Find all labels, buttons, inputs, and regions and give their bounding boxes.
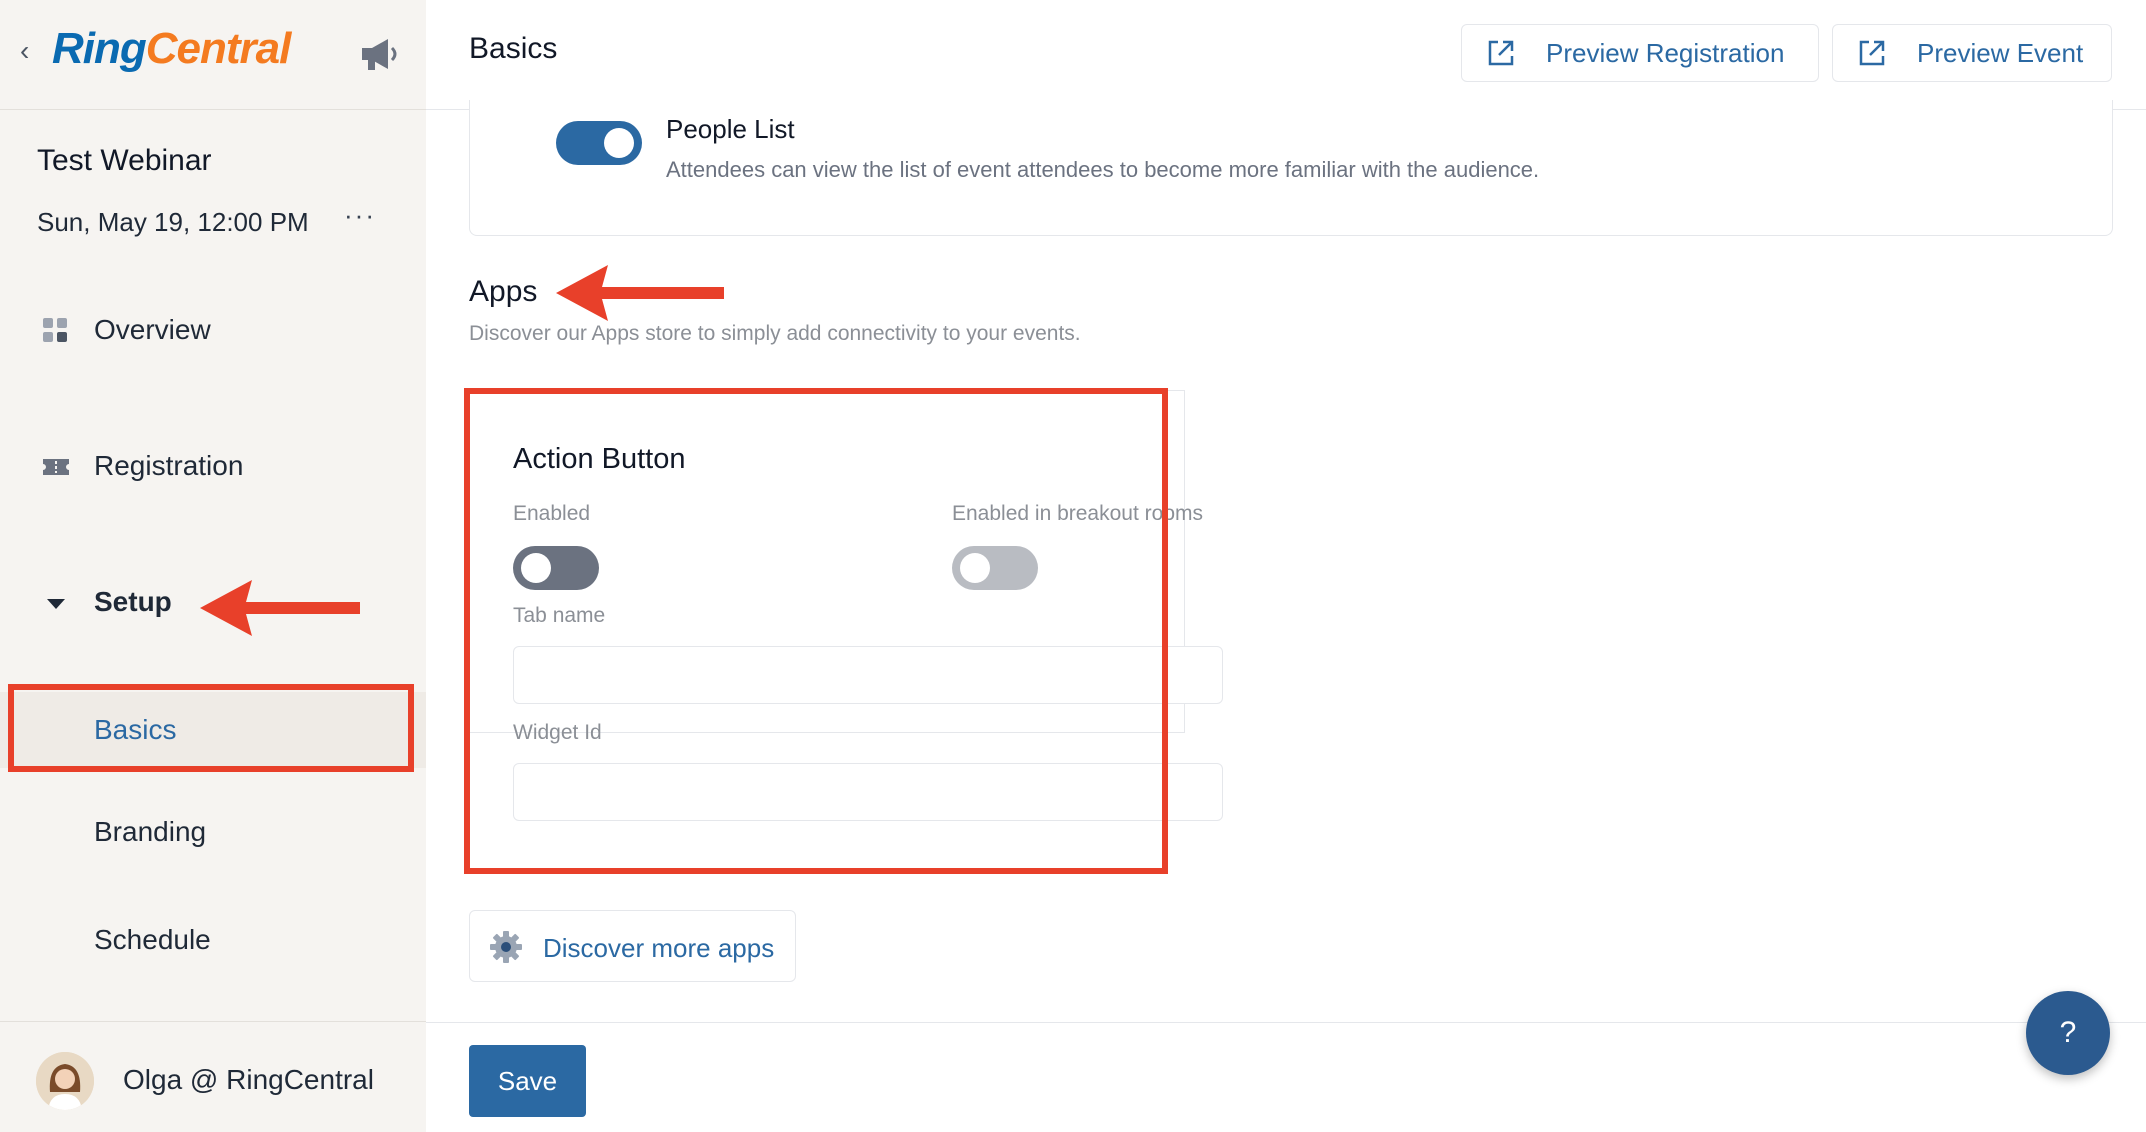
- people-list-toggle[interactable]: [556, 121, 642, 165]
- tab-name-input[interactable]: [513, 646, 1223, 704]
- sidebar-item-label: Overview: [94, 314, 211, 345]
- preview-event-button[interactable]: Preview Event: [1832, 24, 2112, 82]
- discover-more-apps-label: Discover more apps: [543, 933, 775, 963]
- preview-registration-label: Preview Registration: [1546, 37, 1785, 68]
- toggle-knob: [960, 553, 990, 583]
- enabled-label: Enabled: [513, 502, 591, 525]
- action-button-enabled-toggle[interactable]: [513, 546, 599, 590]
- arrow-left-icon: [200, 580, 360, 636]
- people-list-description: Attendees can view the list of event att…: [666, 157, 1540, 182]
- event-title: Test Webinar: [37, 144, 212, 177]
- sidebar-item-schedule[interactable]: Schedule: [0, 910, 426, 970]
- sidebar-header: ‹ RingCentral: [0, 0, 426, 110]
- discover-more-apps-button[interactable]: Discover more apps: [469, 910, 796, 982]
- sidebar-item-overview[interactable]: Overview: [0, 300, 426, 360]
- ringcentral-logo: RingCentral: [52, 24, 292, 74]
- event-date: Sun, May 19, 12:00 PM: [37, 207, 309, 237]
- caret-down-icon: [47, 599, 65, 609]
- widget-id-input[interactable]: [513, 763, 1223, 821]
- topbar: Basics Preview Registration Preview Even…: [426, 0, 2146, 110]
- logo-central: Central: [145, 24, 292, 73]
- external-link-icon: [1859, 40, 1885, 66]
- preview-registration-button[interactable]: Preview Registration: [1461, 24, 1819, 82]
- widget-id-label: Widget Id: [513, 721, 602, 744]
- tab-name-label: Tab name: [513, 604, 606, 627]
- ticket-icon: [43, 459, 69, 475]
- people-list-title: People List: [666, 114, 795, 144]
- apps-section-description: Discover our Apps store to simply add co…: [469, 322, 1081, 345]
- breakout-enabled-toggle[interactable]: [952, 546, 1038, 590]
- megaphone-icon[interactable]: [358, 34, 402, 74]
- more-options-icon[interactable]: ···: [344, 200, 376, 231]
- user-name: Olga @ RingCentral: [123, 1064, 374, 1095]
- sidebar-item-registration[interactable]: Registration: [0, 436, 426, 496]
- gear-icon: [490, 931, 522, 963]
- avatar-image: [36, 1052, 94, 1110]
- people-list-card: People List Attendees can view the list …: [469, 100, 2113, 236]
- chevron-left-icon[interactable]: ‹: [20, 36, 42, 66]
- sidebar-item-branding[interactable]: Branding: [0, 802, 426, 862]
- logo-ring: Ring: [52, 24, 147, 73]
- toggle-knob: [604, 128, 634, 158]
- save-button[interactable]: Save: [469, 1045, 586, 1117]
- grid-icon: [43, 318, 67, 342]
- bottom-bar: Save ?: [426, 991, 2146, 1132]
- sidebar: ‹ RingCentral Test Webinar Sun, May 19, …: [0, 0, 426, 1132]
- user-profile[interactable]: Olga @ RingCentral: [0, 1021, 426, 1132]
- sidebar-item-label: Setup: [94, 586, 172, 617]
- preview-event-label: Preview Event: [1917, 37, 2084, 68]
- external-link-icon: [1488, 40, 1514, 66]
- action-button-title: Action Button: [513, 443, 686, 475]
- sidebar-item-label: Basics: [94, 714, 177, 745]
- sidebar-item-label: Registration: [94, 450, 244, 481]
- help-button[interactable]: ?: [2026, 991, 2110, 1075]
- avatar[interactable]: [36, 1052, 94, 1110]
- sidebar-item-basics[interactable]: Basics: [0, 692, 426, 768]
- sidebar-item-label: Branding: [94, 816, 207, 847]
- sidebar-item-label: Schedule: [94, 924, 211, 955]
- arrow-left-icon: [556, 265, 724, 321]
- breakout-label: Enabled in breakout rooms: [952, 502, 1203, 525]
- apps-section-title: Apps: [469, 275, 538, 308]
- main-content: People List Attendees can view the list …: [426, 100, 2146, 1022]
- toggle-knob: [521, 553, 551, 583]
- page-title: Basics: [469, 32, 558, 65]
